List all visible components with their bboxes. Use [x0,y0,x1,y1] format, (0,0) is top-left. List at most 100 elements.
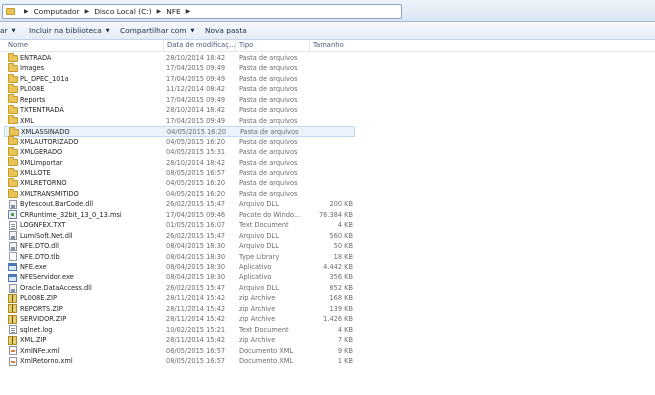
breadcrumb[interactable]: ▶ Computador ▶ Disco Local (C:) ▶ NFE ▶ [2,4,402,19]
file-row[interactable]: XMLImportar 28/10/2014 18:42 Pasta de arqu… [4,157,355,168]
file-row[interactable]: XMLASSINADO 04/05/2015 16:20 Pasta de arqu… [4,126,355,137]
file-row[interactable]: XMLRETORNO 04/05/2015 16:20 Pasta de arqui… [4,178,355,188]
file-date: 08/05/2015 16:57 [166,168,226,177]
file-type: Text Document [239,325,289,334]
share-with-button[interactable]: Compartilhar com ▼ [120,26,194,35]
file-row[interactable]: CRRuntime_32bit_13_0_13.msi 17/04/2015 09… [4,210,355,220]
file-type: Arquivo DLL [239,200,279,209]
dll-icon [9,241,17,251]
file-date: 17/04/2015 09:49 [166,95,226,104]
zip-icon [8,304,17,314]
file-name: XmlNFe.xml [20,346,60,355]
file-name: Reports [20,95,46,104]
column-header-date[interactable]: Data de modificaç... [163,40,235,52]
file-date: 08/04/2015 18:30 [166,273,226,282]
file-size: 560 KB [329,231,353,240]
file-row[interactable]: sqlnet.log 10/02/2015 15:21 Text Document 4… [4,325,355,335]
file-date: 26/02/2015 15:47 [166,200,226,209]
folder-icon [8,63,18,73]
file-date: 04/05/2015 16:20 [166,189,226,198]
address-bar: ▶ Computador ▶ Disco Local (C:) ▶ NFE ▶ [0,0,655,22]
folder-icon [8,146,18,156]
folder-icon [8,104,18,114]
file-row[interactable]: XML.ZIP 28/11/2014 15:42 zip Archive 7 KB [4,335,355,345]
file-row[interactable]: NFE.DTO.tlb 08/04/2015 18:30 Type Library 1… [4,252,355,262]
file-size: 168 KB [329,294,353,303]
file-name: PL008E.ZIP [20,294,57,303]
new-folder-button[interactable]: Nova pasta [205,26,247,35]
file-size: 356 KB [329,273,353,282]
folder-icon [8,178,18,188]
file-row[interactable]: Reports 17/04/2015 09:49 Pasta de arquivos [4,94,355,105]
column-header-type[interactable]: Tipo [235,40,253,52]
file-date: 28/11/2014 15:42 [166,315,226,324]
file-type: Pasta de arquivos [239,54,298,62]
file-name: Images [20,64,45,73]
file-row[interactable]: NFE.DTO.dll 08/04/2015 18:30 Arquivo DLL 50… [4,241,355,251]
file-type: Pasta de arquivos [239,116,298,125]
file-row[interactable]: SERVIDOR.ZIP 28/11/2014 15:42 zip Archive 1… [4,314,355,324]
file-row[interactable]: ENTRADA 28/10/2014 18:42 Pasta de arquivos [4,52,355,63]
file-row[interactable]: PL_DPEC_101a 17/04/2015 09:49 Pasta de arq… [4,73,355,84]
file-row[interactable]: XmlNFe.xml 08/05/2015 16:57 Documento XML 9… [4,346,355,356]
file-name: XMLImportar [20,158,63,167]
file-name: XMLLOTE [20,168,51,177]
file-row[interactable]: Bytescout.BarCode.dll 26/02/2015 15:47 Arq… [4,199,355,209]
file-date: 17/04/2015 09:49 [166,64,226,73]
file-size: 1 KB [337,357,353,366]
file-size: 1.426 KB [323,315,353,324]
file-date: 28/11/2014 15:42 [166,304,226,313]
organize-menu-button[interactable]: ar ▼ [0,26,15,35]
file-row[interactable]: XML 17/04/2015 09:49 Pasta de arquivos [4,115,355,126]
file-size: 9 KB [337,346,353,355]
file-size: 18 KB [333,252,353,261]
file-type: Pasta de arquivos [239,158,298,167]
file-row[interactable]: NFE.exe 08/04/2015 18:30 Aplicativo 4.442 K… [4,262,355,272]
breadcrumb-item-disco-local[interactable]: ▶ Disco Local (C:) [80,7,152,16]
file-date: 17/04/2015 09:49 [166,116,226,125]
dll-icon [9,199,17,209]
file-size: 50 KB [333,242,353,251]
file-row[interactable]: XMLGERADO 04/05/2015 15:31 Pasta de arquiv… [4,146,355,157]
file-row[interactable]: PL008E 11/12/2014 08:42 Pasta de arquivos [4,84,355,94]
file-type: Pasta de arquivos [239,95,298,104]
file-row[interactable]: XMLTRANSMITIDO 04/05/2015 16:20 Pasta de a… [4,188,355,199]
file-name: LOGNFEX.TXT [20,221,66,230]
file-date: 08/04/2015 18:30 [166,252,226,261]
file-row[interactable]: NFEServidor.exe 08/04/2015 18:30 Aplicativ… [4,272,355,282]
file-row[interactable]: XmlRetorno.xml 08/05/2015 16:57 Documento … [4,356,355,366]
file-date: 17/04/2015 09:46 [166,210,226,219]
file-row[interactable]: Images 17/04/2015 09:49 Pasta de arquivos [4,63,355,73]
file-date: 28/10/2014 18:42 [166,106,226,115]
file-type: Pasta de arquivos [239,179,298,188]
column-header-size[interactable]: Tamanho [309,40,344,52]
file-type: Aplicativo [239,263,272,271]
file-size: 4 KB [337,221,353,230]
file-size: 7 KB [337,336,353,345]
file-type: Text Document [239,221,289,230]
file-name: XMLRETORNO [20,179,67,188]
breadcrumb-item-computador[interactable]: ▶ Computador [19,7,80,16]
file-size: 652 KB [329,283,353,292]
file-size: 76.384 KB [318,210,353,219]
file-row[interactable]: PL008E.ZIP 28/11/2014 15:42 zip Archive 168… [4,293,355,304]
file-date: 28/10/2014 18:42 [166,158,226,167]
file-date: 17/04/2015 09:49 [166,74,226,83]
file-row[interactable]: TXTENTRADA 28/10/2014 18:42 Pasta de arqui… [4,104,355,115]
column-header-name[interactable]: Nome [8,40,28,52]
breadcrumb-item-nfe[interactable]: ▶ NFE ▶ [152,7,196,16]
zip-icon [8,335,17,345]
file-row[interactable]: XMLAUTORIZADO 04/05/2015 16:20 Pasta de ar… [4,136,355,147]
file-row[interactable]: LumiSoft.Net.dll 26/02/2015 15:47 Arquivo … [4,231,355,241]
folder-icon [8,115,18,125]
file-row[interactable]: XMLLOTE 08/05/2015 16:57 Pasta de arquivos [4,167,355,178]
file-type: Arquivo DLL [239,231,279,240]
file-row[interactable]: REPORTS.ZIP 28/11/2014 15:42 zip Archive 13… [4,304,355,314]
file-row[interactable]: Oracle.DataAccess.dll 26/02/2015 15:47 Arq… [4,283,355,293]
xml-file-icon [9,346,17,356]
include-in-library-button[interactable]: Incluir na biblioteca ▼ [29,26,110,35]
file-type: Pacote do Windo... [239,210,301,219]
file-row[interactable]: LOGNFEX.TXT 01/05/2015 16:07 Text Document… [4,220,355,230]
file-name: TXTENTRADA [20,106,64,115]
file-name: PL_DPEC_101a [20,74,69,83]
